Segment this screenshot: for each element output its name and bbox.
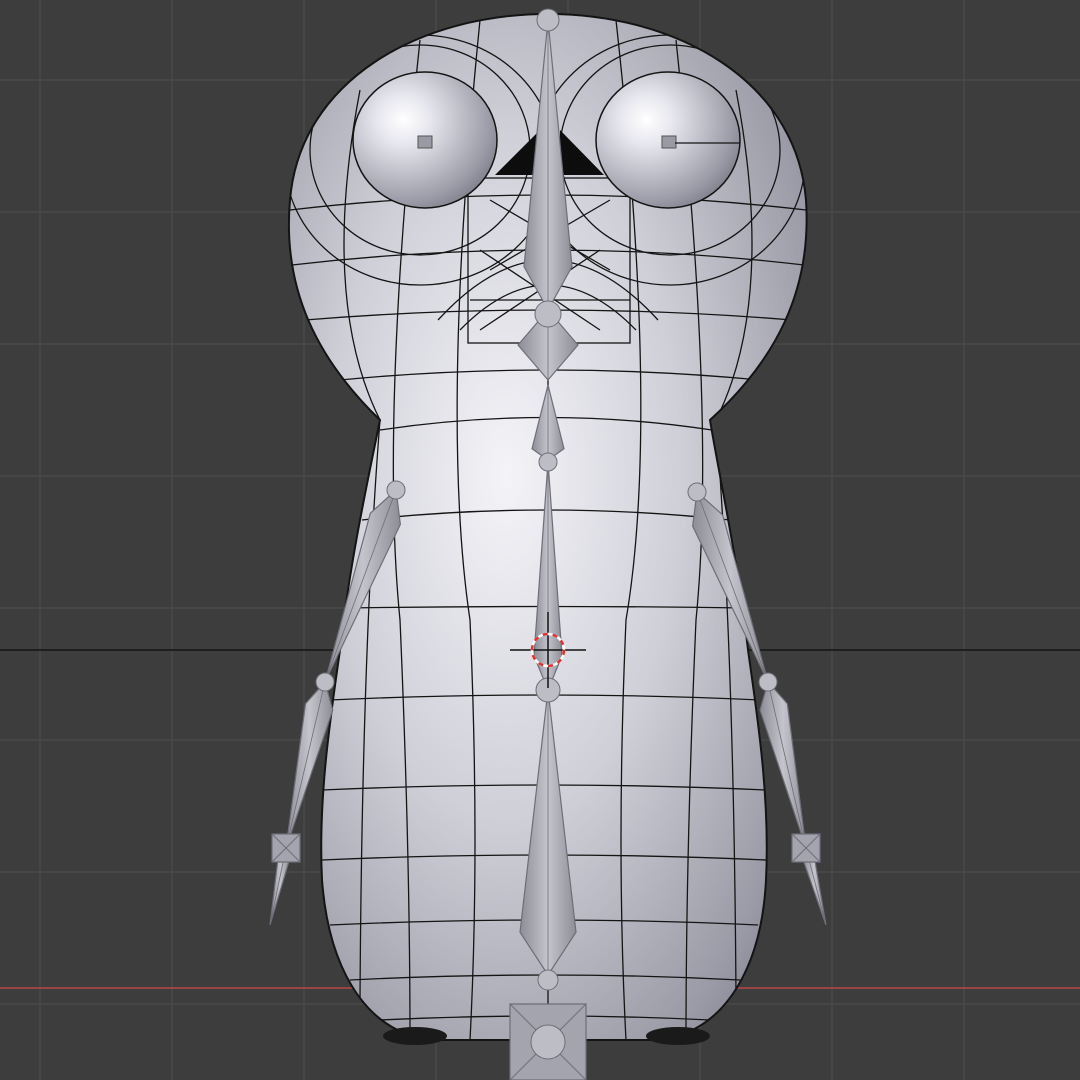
- 3d-viewport[interactable]: [0, 0, 1080, 1080]
- left-foot: [383, 1027, 447, 1045]
- joint-root[interactable]: [530, 1024, 566, 1060]
- right-eye-pivot: [661, 135, 677, 149]
- joint-shoulder-right[interactable]: [687, 482, 707, 502]
- right-foot: [646, 1027, 710, 1045]
- joint-head-top[interactable]: [536, 8, 560, 32]
- joint-chest[interactable]: [538, 452, 558, 472]
- joint-elbow-right[interactable]: [758, 672, 778, 692]
- left-eye-pivot: [417, 135, 433, 149]
- viewport-canvas[interactable]: [0, 0, 1080, 1080]
- joint-shoulder-left[interactable]: [386, 480, 406, 500]
- joint-neck[interactable]: [534, 300, 562, 328]
- joint-pelvis-tail[interactable]: [537, 969, 559, 991]
- joint-elbow-left[interactable]: [315, 672, 335, 692]
